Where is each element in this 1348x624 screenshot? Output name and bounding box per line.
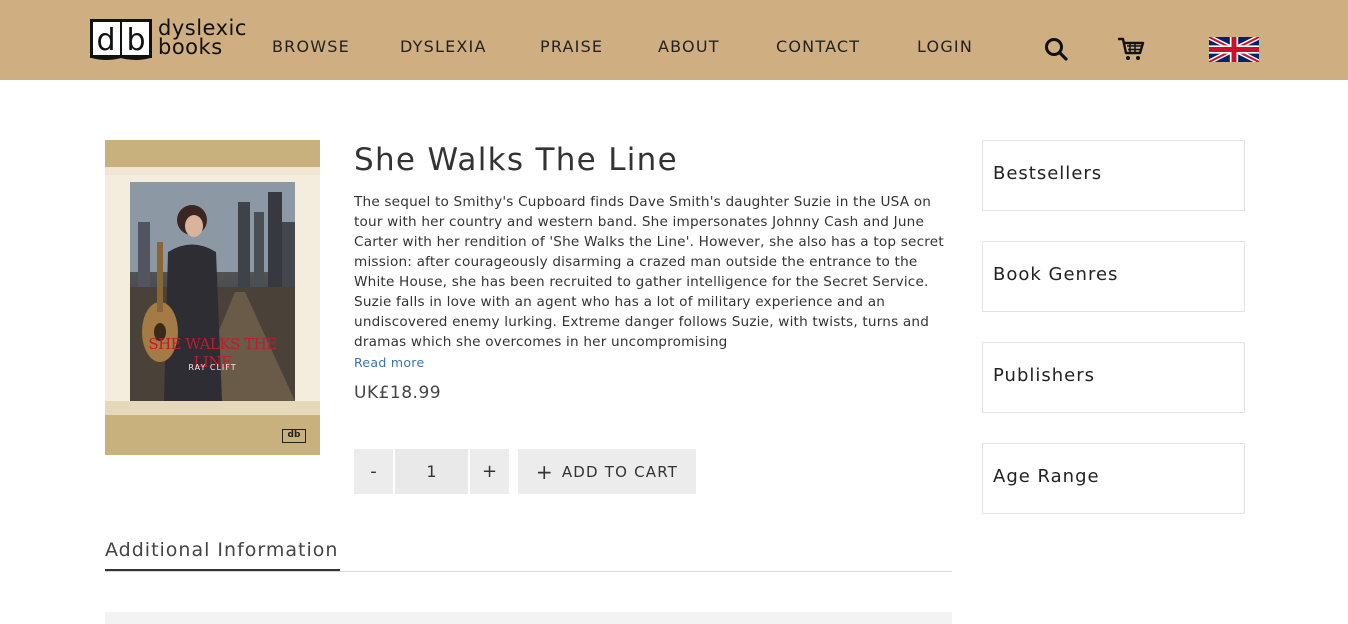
sidebar-age-range[interactable]: Age Range	[982, 443, 1245, 514]
add-to-cart-label: ADD TO CART	[561, 462, 679, 481]
uk-flag-icon	[1209, 37, 1259, 62]
svg-text:b: b	[126, 23, 145, 58]
sidebar-bestsellers[interactable]: Bestsellers	[982, 140, 1245, 211]
search-icon	[1045, 38, 1068, 61]
nav-login[interactable]: LOGIN	[917, 37, 973, 57]
site-logo[interactable]: d b dyslexic books	[90, 18, 250, 61]
nav-about[interactable]: ABOUT	[658, 37, 720, 57]
sidebar-publishers-label: Publishers	[993, 365, 1096, 386]
quantity-increase-button[interactable]: +	[470, 449, 509, 494]
site-header: d b dyslexic books BROWSE DYSLEXIA PRAIS…	[0, 0, 1348, 80]
nav-dyslexia[interactable]: DYSLEXIA	[400, 37, 487, 57]
tab-panel	[105, 612, 952, 624]
tab-divider	[105, 571, 952, 572]
svg-text:d: d	[96, 23, 115, 58]
cover-author: RAY CLIFT	[188, 363, 237, 372]
cart-icon	[1118, 37, 1145, 60]
sidebar-publishers[interactable]: Publishers	[982, 342, 1245, 413]
sidebar-book-genres[interactable]: Book Genres	[982, 241, 1245, 312]
logo-book-icon: d b	[90, 19, 152, 60]
quantity-decrease-button[interactable]: -	[354, 449, 393, 494]
cover-band-bottom	[105, 401, 320, 415]
product-title: She Walks The Line	[354, 142, 678, 178]
tab-additional-information[interactable]: Additional Information	[105, 537, 338, 563]
cover-band-top	[105, 167, 320, 175]
cover-publisher-logo: db	[282, 429, 306, 443]
cart-button[interactable]	[1116, 35, 1146, 63]
quantity-value: 1	[426, 462, 437, 481]
logo-line-2: books	[158, 35, 223, 59]
product-description: The sequel to Smithy's Cupboard finds Da…	[354, 194, 944, 350]
nav-praise[interactable]: PRAISE	[540, 37, 603, 57]
nav-browse[interactable]: BROWSE	[272, 37, 350, 57]
sidebar-bestsellers-label: Bestsellers	[993, 163, 1103, 184]
read-more-link[interactable]: Read more	[354, 355, 424, 370]
product-price: UK£18.99	[354, 383, 442, 403]
book-cover-image[interactable]: SHE WALKS THE LINE RAY CLIFT db	[105, 140, 320, 455]
plus-icon: +	[535, 459, 554, 484]
sidebar-book-genres-label: Book Genres	[993, 264, 1119, 285]
logo-wordmark: dyslexic books	[158, 18, 247, 59]
search-button[interactable]	[1042, 35, 1070, 63]
quantity-input[interactable]: 1	[395, 449, 468, 494]
cover-artwork: SHE WALKS THE LINE RAY CLIFT	[130, 182, 295, 401]
add-to-cart-button[interactable]: + ADD TO CART	[518, 449, 696, 494]
sidebar-age-range-label: Age Range	[993, 466, 1100, 487]
nav-contact[interactable]: CONTACT	[776, 37, 860, 57]
language-button[interactable]	[1209, 36, 1259, 63]
